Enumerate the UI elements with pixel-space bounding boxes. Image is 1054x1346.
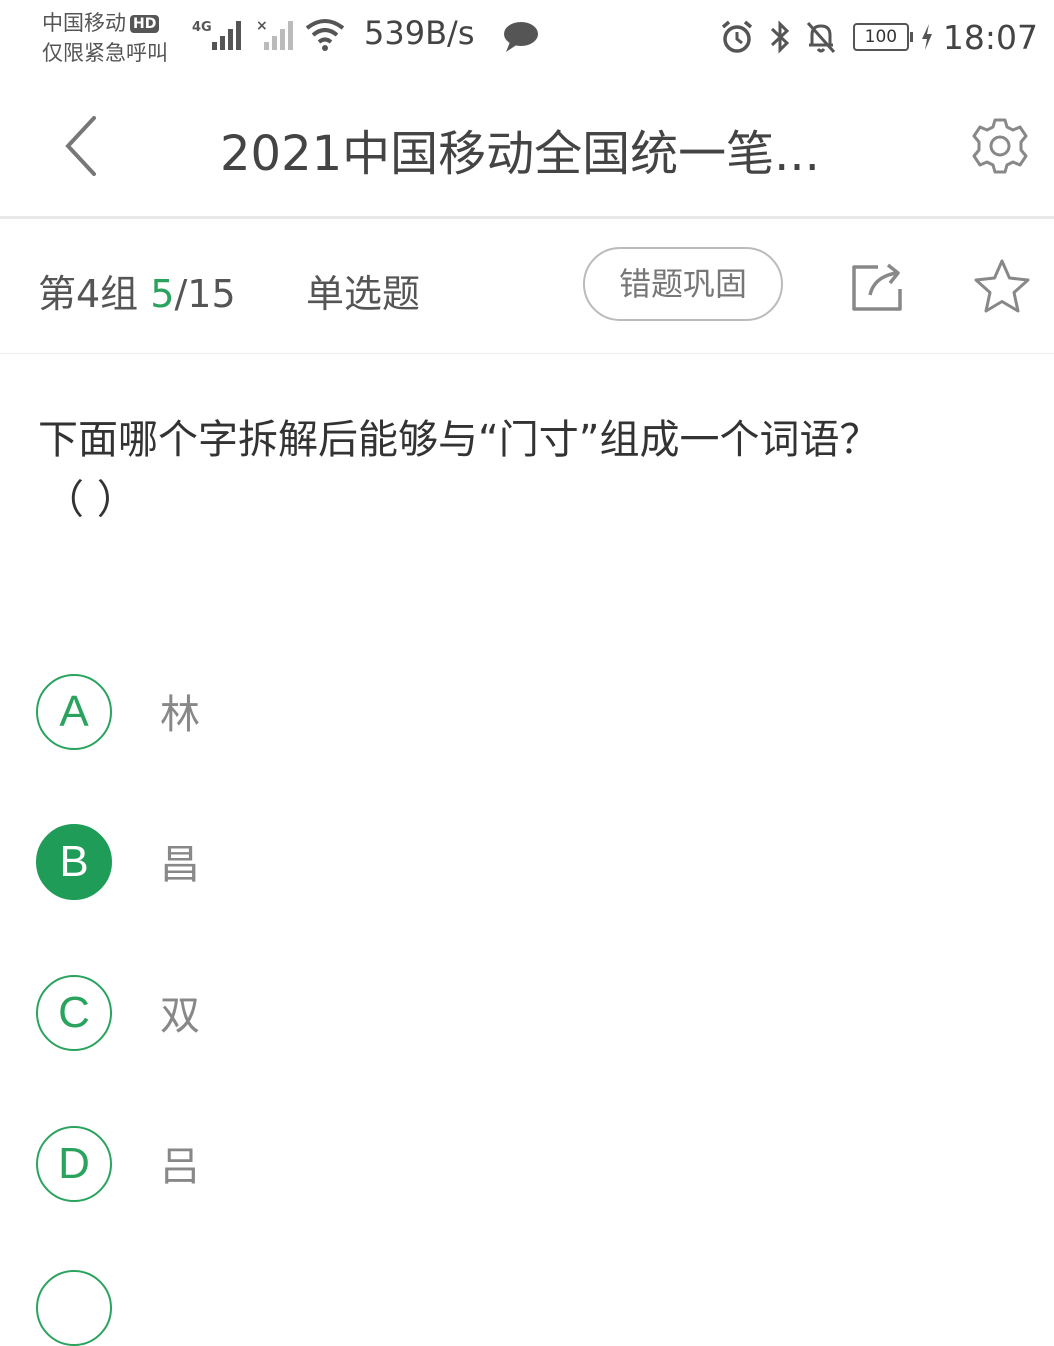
wifi-icon	[305, 19, 345, 51]
option-a-text: 林	[160, 692, 200, 738]
cellular-signal-icon: 4G	[192, 20, 241, 50]
option-b-text: 昌	[160, 842, 200, 888]
option-e-partial[interactable]	[36, 1270, 112, 1346]
answer-blank: （ ）	[44, 477, 137, 523]
question-header: 第4组 5/15 单选题 错题巩固	[0, 219, 1054, 354]
progress-total: /15	[174, 272, 236, 316]
option-a-letter: A	[36, 674, 112, 750]
alarm-icon	[721, 20, 753, 53]
status-bar: 中国移动 HD 仅限紧急呼叫 4G × 539B/s 100 18:07	[0, 0, 1054, 80]
option-c[interactable]: C 双	[36, 975, 1016, 1055]
navigation-bar: 2021中国移动全国统一笔...	[0, 80, 1054, 219]
hd-badge: HD	[130, 15, 160, 33]
back-arrow-icon[interactable]	[60, 114, 108, 178]
option-d-letter: D	[36, 1126, 112, 1202]
network-speed: 539B/s	[364, 14, 475, 52]
clock-time: 18:07	[942, 17, 1038, 57]
option-a[interactable]: A 林	[36, 674, 1016, 754]
option-c-text: 双	[160, 993, 200, 1039]
progress-current: 5	[150, 272, 175, 316]
battery-indicator: 100	[852, 23, 913, 51]
share-icon[interactable]	[848, 259, 906, 313]
bluetooth-icon	[770, 20, 790, 54]
carrier-name: 中国移动	[42, 11, 126, 35]
question-stem: 下面哪个字拆解后能够与“门寸”组成一个词语？	[38, 417, 880, 463]
review-mistakes-button[interactable]: 错题巩固	[583, 247, 783, 321]
option-b-letter: B	[36, 824, 112, 900]
question-text: 下面哪个字拆解后能够与“门寸”组成一个词语？ （ ）	[38, 410, 998, 530]
emergency-only-text: 仅限紧急呼叫	[42, 41, 168, 65]
group-progress: 第4组 5/15	[38, 263, 236, 318]
option-d[interactable]: D 吕	[36, 1126, 1016, 1206]
option-d-text: 吕	[160, 1144, 200, 1190]
question-type: 单选题	[306, 272, 421, 316]
page-title: 2021中国移动全国统一笔...	[220, 126, 820, 182]
charging-icon	[921, 24, 932, 50]
svg-text:×: ×	[256, 18, 268, 34]
message-icon	[504, 22, 538, 52]
star-icon[interactable]	[972, 257, 1032, 317]
carrier-info: 中国移动 HD 仅限紧急呼叫	[42, 8, 168, 68]
mute-bell-icon	[806, 21, 836, 54]
network-type-label: 4G	[192, 20, 212, 35]
option-b[interactable]: B 昌	[36, 824, 1016, 904]
no-signal-icon: ×	[256, 18, 293, 50]
gear-icon[interactable]	[970, 116, 1030, 176]
option-c-letter: C	[36, 975, 112, 1051]
status-right-group: 100 18:07	[719, 14, 1038, 60]
group-label: 第4组	[38, 272, 139, 316]
